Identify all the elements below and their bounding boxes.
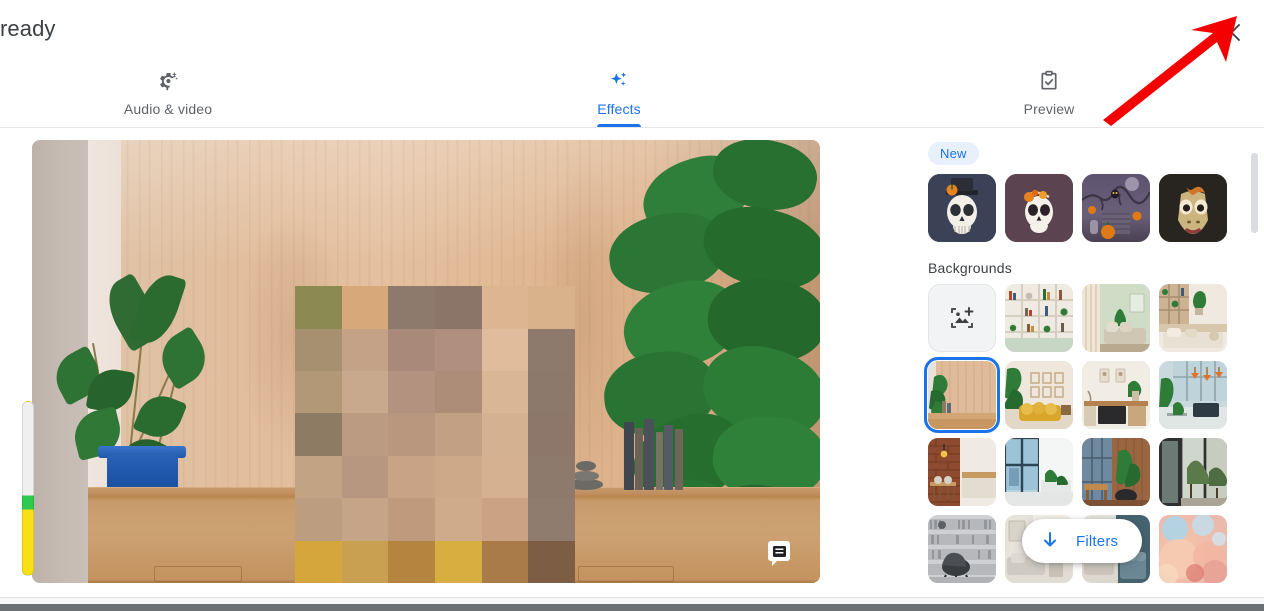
yellow-sofa-background[interactable] — [1005, 361, 1073, 429]
home-office-background[interactable] — [1082, 361, 1150, 429]
filters-button-label: Filters — [1076, 532, 1119, 550]
new-effects-row — [928, 174, 1227, 242]
plant-shelf-background[interactable] — [1159, 284, 1227, 352]
bottom-bar — [0, 597, 1264, 611]
app-window: ready Audio & video Effects Preview New … — [0, 0, 1264, 611]
tab-preview-label: Preview — [1023, 101, 1075, 117]
sparkles-icon — [607, 69, 631, 93]
audio-level-indicator[interactable] — [22, 401, 34, 576]
effects-panel: New Backgrounds Filters — [916, 129, 1264, 588]
bottom-bar-fill — [0, 604, 1264, 611]
tab-bar: Audio & video Effects Preview — [0, 58, 1264, 128]
tab-preview[interactable]: Preview — [985, 58, 1113, 127]
caption-badge-icon[interactable] — [768, 541, 790, 566]
halloween-graveyard-effect[interactable] — [1082, 174, 1150, 242]
garden-window-background[interactable] — [1159, 438, 1227, 506]
green-bedroom-background[interactable] — [1082, 284, 1150, 352]
skull-top-hat-effect[interactable] — [928, 174, 996, 242]
glass-window-background[interactable] — [1005, 438, 1073, 506]
upload-background-tile[interactable] — [928, 284, 996, 352]
books — [623, 419, 694, 490]
brick-kitchen-background[interactable] — [928, 438, 996, 506]
video-preview[interactable] — [32, 140, 820, 583]
main-content: New Backgrounds Filters — [0, 129, 1264, 588]
tab-audio-video[interactable]: Audio & video — [88, 58, 248, 127]
page-title: ready — [0, 16, 56, 41]
cabinet-door-right — [578, 566, 674, 582]
cabinet-door-left — [153, 566, 242, 582]
backgrounds-section-title: Backgrounds — [928, 260, 1012, 276]
pastel-blur-background[interactable] — [1159, 515, 1227, 583]
plant-lounge-background[interactable] — [1082, 438, 1150, 506]
pixelated-person-overlay — [295, 286, 575, 583]
filters-button[interactable]: Filters — [1022, 519, 1143, 563]
tab-underline-active — [597, 124, 641, 127]
shelves-background[interactable] — [1005, 284, 1073, 352]
loft-lamps-background[interactable] — [1159, 361, 1227, 429]
tab-audio-video-label: Audio & video — [123, 101, 213, 117]
library-chair-background[interactable] — [928, 515, 996, 583]
clipboard-check-icon — [1037, 69, 1061, 93]
settings-sparkle-icon — [156, 69, 180, 93]
dino-face-effect[interactable] — [1159, 174, 1227, 242]
panel-scrollbar[interactable] — [1251, 153, 1258, 233]
tab-effects[interactable]: Effects — [555, 58, 683, 127]
arrow-down-icon — [1040, 530, 1060, 553]
close-icon[interactable] — [1216, 17, 1246, 47]
wood-wall-plant-background[interactable] — [924, 357, 1000, 433]
tab-effects-label: Effects — [597, 101, 641, 117]
new-badge: New — [928, 142, 979, 165]
sugar-skull-flower-effect[interactable] — [1005, 174, 1073, 242]
